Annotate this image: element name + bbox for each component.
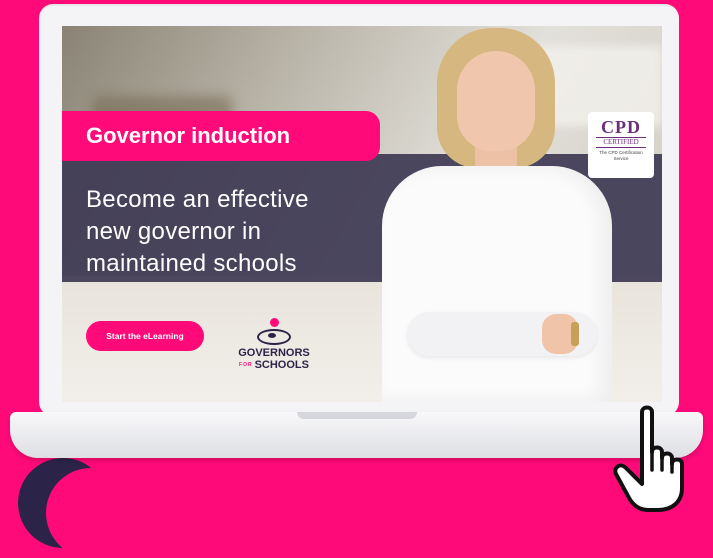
cpd-title: CPD — [601, 117, 641, 137]
cpd-service-line2: Service — [613, 155, 629, 161]
laptop-base — [10, 412, 703, 458]
background-swoosh — [18, 458, 136, 558]
logo-dot-icon — [269, 318, 279, 327]
subtitle-line: new governor in — [86, 218, 262, 245]
cpd-certified: CERTIFIED — [596, 137, 646, 148]
presenter-shirt — [382, 166, 612, 402]
course-subtitle: Become an effective new governor in main… — [86, 184, 386, 280]
logo-eye-icon — [257, 329, 291, 345]
laptop-screen: Governor induction Become an effective n… — [62, 26, 662, 402]
laptop-notch — [296, 412, 417, 419]
logo-for: FOR — [239, 362, 253, 369]
cpd-certified-badge: CPD CERTIFIED The CPD Certification Serv… — [588, 112, 654, 178]
presenter-bracelet — [571, 322, 579, 346]
presenter-photo — [367, 26, 637, 402]
logo-line2: FOR SCHOOLS — [234, 359, 314, 371]
course-title: Governor induction — [62, 111, 380, 161]
governors-for-schools-logo: GOVERNORS FOR SCHOOLS — [234, 318, 314, 374]
subtitle-line: Become an effective — [86, 186, 309, 213]
hand-pointer-icon — [613, 405, 684, 512]
subtitle-line: maintained schools — [86, 250, 297, 277]
logo-schools: SCHOOLS — [254, 359, 309, 371]
logo-line1: GOVERNORS — [238, 347, 310, 359]
presenter-face — [457, 51, 535, 151]
start-elearning-button[interactable]: Start the eLearning — [86, 321, 204, 351]
